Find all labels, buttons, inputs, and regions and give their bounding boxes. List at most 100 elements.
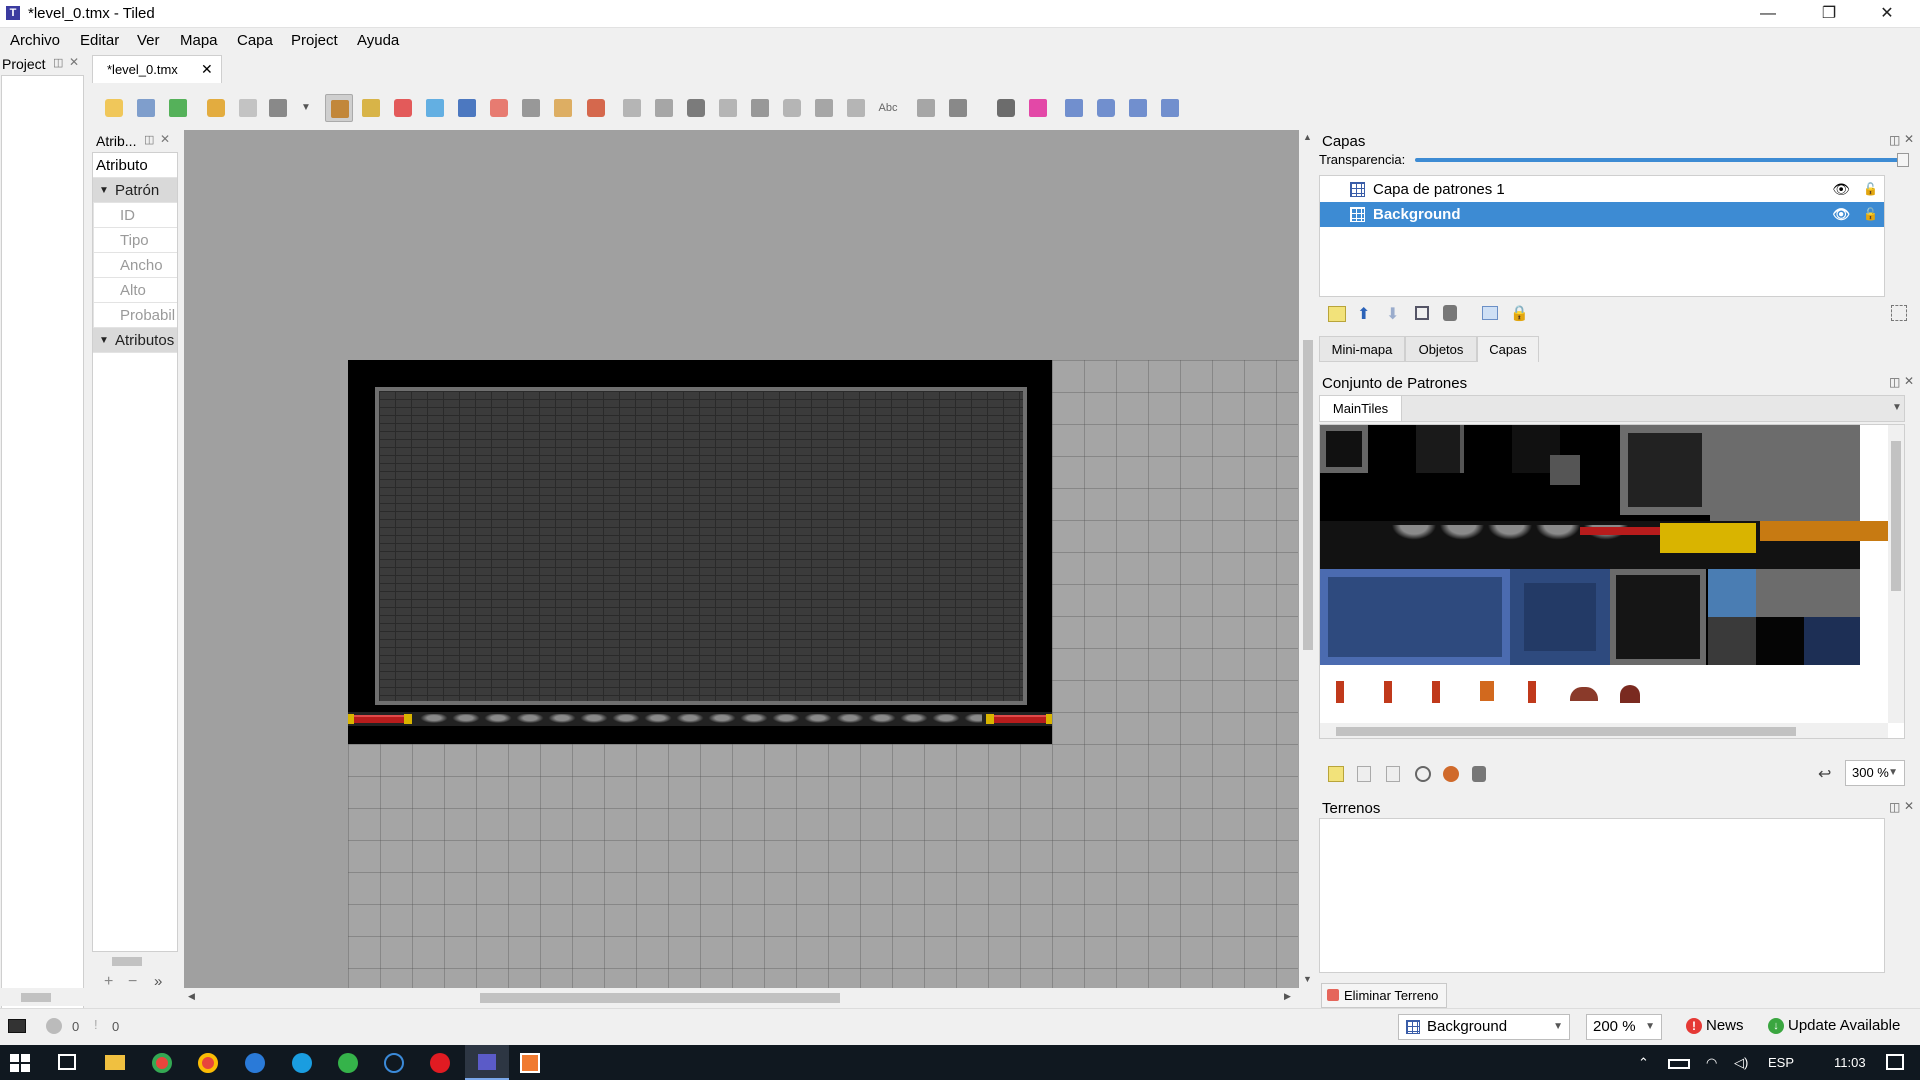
wifi-icon[interactable]: ◠: [1706, 1055, 1717, 1071]
open-icon[interactable]: [132, 94, 160, 122]
tile-edge[interactable]: [1416, 425, 1464, 473]
property-ancho[interactable]: Ancho: [93, 253, 177, 278]
minimize-button[interactable]: —: [1745, 0, 1791, 28]
torch-tile[interactable]: [1480, 681, 1494, 701]
tile-frame-large[interactable]: [1620, 425, 1710, 515]
tileset-tiles[interactable]: [1320, 425, 1900, 665]
volume-icon[interactable]: ◁): [1734, 1055, 1748, 1071]
tile-row-ledges[interactable]: [1320, 521, 1900, 569]
tileset-hscroll-thumb[interactable]: [1336, 727, 1796, 736]
map-viewport[interactable]: [184, 130, 1299, 988]
tile-dark-brick[interactable]: [1708, 617, 1756, 665]
insert-rectangle-icon[interactable]: [682, 94, 710, 122]
browser-icon[interactable]: [292, 1053, 312, 1073]
insert-text-icon[interactable]: Abc: [874, 94, 902, 122]
tab-mini-mapa[interactable]: Mini-mapa: [1319, 336, 1405, 362]
save-icon[interactable]: [164, 94, 192, 122]
close-dock-icon[interactable]: ✕: [69, 55, 79, 69]
highlight-layer-icon[interactable]: [1891, 305, 1907, 321]
expand-arrow-icon[interactable]: ▼: [99, 178, 109, 203]
warning-icon[interactable]: !: [94, 1017, 98, 1032]
close-dock-icon[interactable]: ✕: [1904, 374, 1914, 388]
scroll-down-icon[interactable]: ▼: [1303, 974, 1312, 984]
dynamic-wrap-icon[interactable]: [1443, 766, 1459, 782]
tile-frame[interactable]: [1320, 425, 1368, 473]
news-link[interactable]: News: [1706, 1017, 1744, 1034]
new-map-icon[interactable]: [100, 94, 128, 122]
remove-tileset-icon[interactable]: [1472, 766, 1486, 782]
map-vscroll-thumb[interactable]: [1303, 340, 1313, 650]
stamp-brush-icon[interactable]: [325, 94, 353, 122]
tile-grey-block[interactable]: [1710, 425, 1860, 521]
terrain-list[interactable]: [1319, 818, 1885, 973]
tileset-hscroll[interactable]: [1320, 723, 1888, 738]
scroll-up-icon[interactable]: ▲: [1303, 132, 1312, 142]
torch-tile[interactable]: [1384, 681, 1392, 703]
notifications-icon[interactable]: [1886, 1054, 1904, 1070]
tile-dark[interactable]: [1512, 425, 1580, 485]
tile-navy[interactable]: [1804, 617, 1860, 665]
windows-start-icon[interactable]: [10, 1054, 30, 1072]
magic-wand-icon[interactable]: [549, 94, 577, 122]
opacity-slider-handle[interactable]: [1897, 153, 1909, 167]
command-icon[interactable]: [264, 94, 292, 122]
lock-icon[interactable]: 🔓: [1863, 202, 1878, 227]
raise-layer-icon[interactable]: ⬆: [1357, 304, 1370, 324]
float-dock-icon[interactable]: ◫: [1889, 133, 1900, 147]
menu-mapa[interactable]: Mapa: [180, 32, 218, 49]
insert-polygon-icon[interactable]: [778, 94, 806, 122]
flame-tile[interactable]: [1620, 685, 1640, 703]
error-icon[interactable]: [46, 1018, 62, 1034]
torch-tile[interactable]: [1336, 681, 1344, 703]
tab-maintiles[interactable]: MainTiles: [1320, 396, 1402, 421]
new-layer-icon[interactable]: [1328, 306, 1346, 322]
opacity-slider[interactable]: [1415, 153, 1909, 167]
spotify-icon[interactable]: [338, 1053, 358, 1073]
more-properties-button[interactable]: »: [154, 973, 162, 990]
insert-point-icon[interactable]: [714, 94, 742, 122]
float-dock-icon[interactable]: ◫: [144, 133, 154, 146]
tileset-menu-arrow-icon[interactable]: ▼: [1892, 402, 1902, 413]
tileset-view[interactable]: [1319, 424, 1905, 739]
new-tileset-icon[interactable]: [1328, 766, 1344, 782]
export-tileset-icon[interactable]: [1386, 766, 1400, 782]
duplicate-layer-icon[interactable]: [1415, 306, 1429, 320]
stamp-random-icon[interactable]: [992, 94, 1020, 122]
update-available-link[interactable]: Update Available: [1788, 1017, 1900, 1034]
tile-blue-brick[interactable]: [1708, 569, 1756, 617]
shape-fill-icon[interactable]: [453, 94, 481, 122]
remove-property-button[interactable]: −: [128, 973, 137, 991]
edge-icon[interactable]: [245, 1053, 265, 1073]
menu-ver[interactable]: Ver: [137, 32, 160, 49]
layer-row-capa-de-patrones-1[interactable]: Capa de patrones 1 👁 🔓: [1320, 177, 1884, 202]
battery-icon[interactable]: [1668, 1059, 1690, 1069]
wang-fill-icon[interactable]: [944, 94, 972, 122]
rotate-left-icon[interactable]: [1124, 94, 1152, 122]
app-icon[interactable]: [520, 1053, 540, 1073]
clock[interactable]: 11:03: [1834, 1055, 1866, 1070]
map-hscroll-thumb[interactable]: [480, 993, 840, 1003]
menu-ayuda[interactable]: Ayuda: [357, 32, 399, 49]
flame-tile[interactable]: [1570, 687, 1598, 701]
property-id[interactable]: ID: [93, 203, 177, 228]
project-hscroll[interactable]: [1, 988, 84, 1006]
select-same-tile-icon[interactable]: [582, 94, 610, 122]
embed-tileset-icon[interactable]: [1357, 766, 1371, 782]
insert-template-icon[interactable]: [842, 94, 870, 122]
tab-level-0[interactable]: *level_0.tmx ✕: [92, 55, 222, 83]
map-room-tiles[interactable]: [348, 360, 1052, 744]
eraser-icon[interactable]: [485, 94, 513, 122]
float-dock-icon[interactable]: ◫: [53, 56, 63, 69]
close-window-button[interactable]: ✕: [1864, 0, 1910, 28]
select-objects-icon[interactable]: [618, 94, 646, 122]
tile-grey-ledges[interactable]: [1756, 569, 1860, 617]
tiled-taskbar-button[interactable]: [465, 1045, 509, 1080]
edit-polygons-icon[interactable]: [650, 94, 678, 122]
tileset-zoom-combo[interactable]: 300 % ▼: [1845, 760, 1905, 786]
redo-icon[interactable]: [234, 94, 262, 122]
group-patron[interactable]: ▼ Patrón: [93, 178, 177, 203]
close-dock-icon[interactable]: ✕: [160, 132, 170, 146]
eye-icon[interactable]: 👁: [1832, 202, 1850, 227]
task-view-icon[interactable]: [58, 1054, 76, 1070]
lock-icon[interactable]: 🔓: [1863, 177, 1878, 202]
